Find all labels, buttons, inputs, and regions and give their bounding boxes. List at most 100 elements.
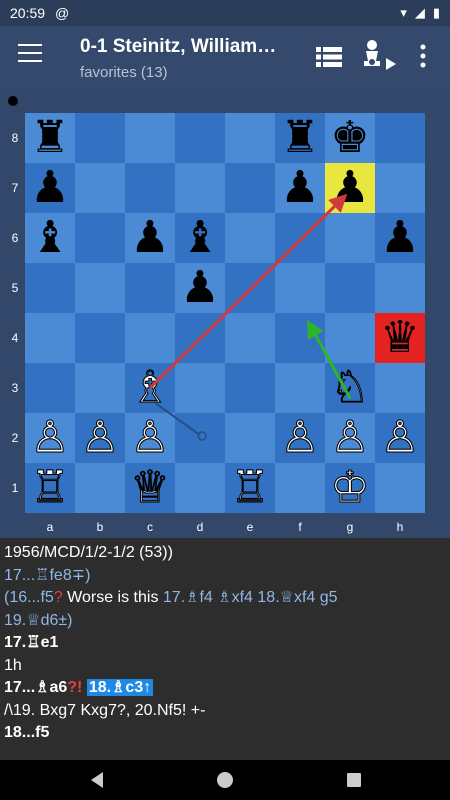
square-b5[interactable] bbox=[75, 263, 125, 313]
square-g7[interactable]: ♟ bbox=[325, 163, 375, 213]
square-d2[interactable] bbox=[175, 413, 225, 463]
square-e7[interactable] bbox=[225, 163, 275, 213]
square-b6[interactable] bbox=[75, 213, 125, 263]
square-b3[interactable] bbox=[75, 363, 125, 413]
menu-icon[interactable] bbox=[18, 44, 42, 64]
square-h6[interactable]: ♟ bbox=[375, 213, 425, 263]
square-g8[interactable]: ♚ bbox=[325, 113, 375, 163]
piece-g3[interactable]: ♘ bbox=[330, 362, 370, 413]
square-e6[interactable] bbox=[225, 213, 275, 263]
square-a5[interactable] bbox=[25, 263, 75, 313]
square-e8[interactable] bbox=[225, 113, 275, 163]
move-notation-panel[interactable]: 1956/MCD/1/2-1/2 (53)) 17...♖fe8∓) (16..… bbox=[0, 538, 450, 760]
square-a4[interactable] bbox=[25, 313, 75, 363]
piece-g8[interactable]: ♚ bbox=[330, 113, 369, 163]
square-h2[interactable]: ♙ bbox=[375, 412, 425, 463]
piece-f2[interactable]: ♙ bbox=[280, 412, 320, 463]
square-c4[interactable] bbox=[125, 313, 175, 363]
piece-e1[interactable]: ♖ bbox=[230, 462, 270, 513]
square-a7[interactable]: ♟ bbox=[25, 163, 75, 213]
piece-d5[interactable]: ♟ bbox=[180, 263, 219, 313]
square-a3[interactable] bbox=[25, 363, 75, 413]
notation-line[interactable]: 18...f5 bbox=[4, 722, 446, 745]
square-d3[interactable] bbox=[175, 363, 225, 413]
piece-c6[interactable]: ♟ bbox=[130, 213, 169, 263]
notation-line[interactable]: (16...f5? Worse is this 17.♗f4 ♗xf4 18.♕… bbox=[4, 587, 446, 610]
square-f3[interactable] bbox=[275, 363, 325, 413]
square-g5[interactable] bbox=[325, 263, 375, 313]
notation-line[interactable]: 17.♖e1 bbox=[4, 632, 446, 655]
square-b1[interactable] bbox=[75, 463, 125, 513]
square-c7[interactable] bbox=[125, 163, 175, 213]
engine-icon[interactable] bbox=[358, 38, 398, 74]
piece-f8[interactable]: ♜ bbox=[280, 113, 319, 163]
current-move[interactable]: 18.♗c3↑ bbox=[86, 679, 154, 696]
square-h3[interactable] bbox=[375, 363, 425, 413]
piece-a6[interactable]: ♝ bbox=[30, 213, 69, 263]
square-g4[interactable] bbox=[325, 313, 375, 363]
square-f1[interactable] bbox=[275, 463, 325, 513]
piece-a1[interactable]: ♖ bbox=[30, 462, 70, 513]
square-f8[interactable]: ♜ bbox=[275, 113, 325, 163]
square-g2[interactable]: ♙ bbox=[325, 412, 375, 463]
piece-g1[interactable]: ♔ bbox=[330, 462, 370, 513]
square-c3[interactable]: ♗ bbox=[125, 362, 175, 413]
square-d1[interactable] bbox=[175, 463, 225, 513]
notation-line[interactable]: 19.♕d6±) bbox=[4, 610, 446, 633]
square-d8[interactable] bbox=[175, 113, 225, 163]
list-icon[interactable] bbox=[316, 46, 342, 68]
square-c5[interactable] bbox=[125, 263, 175, 313]
square-a2[interactable]: ♙ bbox=[25, 412, 75, 463]
piece-a7[interactable]: ♟ bbox=[30, 163, 69, 213]
square-e5[interactable] bbox=[225, 263, 275, 313]
piece-h4[interactable]: ♛ bbox=[380, 313, 419, 363]
back-icon[interactable] bbox=[88, 770, 108, 790]
piece-a2[interactable]: ♙ bbox=[30, 412, 70, 463]
square-d4[interactable] bbox=[175, 313, 225, 363]
square-f5[interactable] bbox=[275, 263, 325, 313]
square-e1[interactable]: ♖ bbox=[225, 462, 275, 513]
square-h1[interactable] bbox=[375, 463, 425, 513]
game-title[interactable]: 0-1 Steinitz, William… bbox=[80, 36, 300, 58]
square-g6[interactable] bbox=[325, 213, 375, 263]
square-e2[interactable] bbox=[225, 413, 275, 463]
square-b4[interactable] bbox=[75, 313, 125, 363]
square-c8[interactable] bbox=[125, 113, 175, 163]
square-d6[interactable]: ♝ bbox=[175, 213, 225, 263]
piece-a8[interactable]: ♜ bbox=[30, 113, 69, 163]
square-d5[interactable]: ♟ bbox=[175, 263, 225, 313]
notation-line[interactable]: 17...♗a6?! 18.♗c3↑ bbox=[4, 677, 446, 700]
square-c1[interactable]: ♕ bbox=[125, 462, 175, 513]
square-e4[interactable] bbox=[225, 313, 275, 363]
piece-d6[interactable]: ♝ bbox=[180, 213, 219, 263]
square-h4[interactable]: ♛ bbox=[375, 313, 425, 363]
square-a8[interactable]: ♜ bbox=[25, 113, 75, 163]
more-vert-icon[interactable] bbox=[418, 42, 428, 70]
piece-c1[interactable]: ♕ bbox=[130, 462, 170, 513]
piece-h6[interactable]: ♟ bbox=[380, 213, 419, 263]
home-icon[interactable] bbox=[215, 770, 235, 790]
square-f2[interactable]: ♙ bbox=[275, 412, 325, 463]
square-c6[interactable]: ♟ bbox=[125, 213, 175, 263]
square-h7[interactable] bbox=[375, 163, 425, 213]
square-a6[interactable]: ♝ bbox=[25, 213, 75, 263]
chess-board[interactable]: ♜ ♜ ♚ ♟ ♟ ♟ ♝ ♟ ♝ ♟ ♟ ♛ ♗ ♘ ♙ ♙ ♙ ♙ ♙ ♙ ♖ ♕ ♖ ♔ bbox=[25, 113, 425, 513]
piece-g2[interactable]: ♙ bbox=[330, 412, 370, 463]
square-h8[interactable] bbox=[375, 113, 425, 163]
piece-c2[interactable]: ♙ bbox=[130, 412, 170, 463]
square-g1[interactable]: ♔ bbox=[325, 462, 375, 513]
square-f7[interactable]: ♟ bbox=[275, 163, 325, 213]
square-f4[interactable] bbox=[275, 313, 325, 363]
square-b2[interactable]: ♙ bbox=[75, 412, 125, 463]
square-b7[interactable] bbox=[75, 163, 125, 213]
square-f6[interactable] bbox=[275, 213, 325, 263]
square-e3[interactable] bbox=[225, 363, 275, 413]
recents-icon[interactable] bbox=[344, 770, 364, 790]
piece-g7[interactable]: ♟ bbox=[330, 163, 369, 213]
piece-b2[interactable]: ♙ bbox=[80, 412, 120, 463]
square-b8[interactable] bbox=[75, 113, 125, 163]
square-h5[interactable] bbox=[375, 263, 425, 313]
square-a1[interactable]: ♖ bbox=[25, 462, 75, 513]
square-c2[interactable]: ♙ bbox=[125, 412, 175, 463]
piece-h2[interactable]: ♙ bbox=[380, 412, 420, 463]
